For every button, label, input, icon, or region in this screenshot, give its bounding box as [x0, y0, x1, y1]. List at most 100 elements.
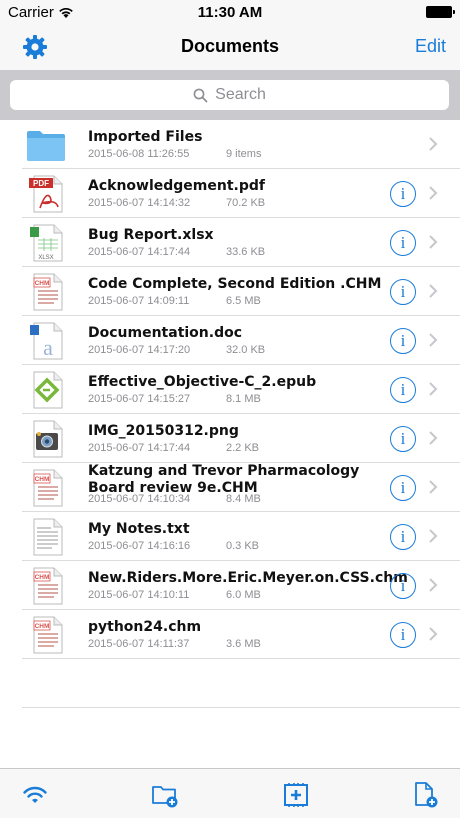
- search-placeholder: Search: [215, 86, 266, 103]
- chm-file-icon: CHM: [33, 567, 63, 605]
- file-name: Acknowledgement.pdf: [88, 178, 265, 194]
- chevron-right-icon: [429, 137, 438, 151]
- chevron-right-icon: [429, 235, 438, 249]
- xlsx-file-icon: XLSX: [30, 224, 63, 262]
- info-button[interactable]: i: [390, 279, 416, 305]
- chm-icon-label: CHM: [35, 623, 50, 630]
- list-item[interactable]: CHM New.Riders.More.Eric.Meyer.on.CSS.ch…: [22, 561, 460, 610]
- svg-text:a: a: [43, 335, 53, 360]
- list-item[interactable]: CHM Katzung and Trevor Pharmacology Boar…: [22, 463, 460, 512]
- info-button[interactable]: i: [390, 181, 416, 207]
- file-meta: 70.2 KB: [226, 197, 266, 209]
- navigation-bar: Documents Edit: [0, 24, 460, 70]
- info-button[interactable]: i: [390, 475, 416, 501]
- file-date: 2015-06-07 14:09:11: [88, 295, 190, 307]
- chevron-right-icon: [429, 186, 438, 200]
- file-date: 2015-06-07 14:17:44: [88, 246, 191, 258]
- file-name: Bug Report.xlsx: [88, 227, 214, 243]
- file-meta: 32.0 KB: [226, 344, 266, 356]
- file-meta: 0.3 KB: [226, 540, 260, 552]
- doc-file-icon: a: [30, 322, 63, 360]
- list-item[interactable]: Imported Files 2015-06-08 11:26:55 9 ite…: [22, 120, 460, 169]
- list-item[interactable]: IMG_20150312.png 2015-06-07 14:17:44 2.2…: [22, 414, 460, 463]
- edit-button[interactable]: Edit: [415, 36, 446, 57]
- info-button[interactable]: i: [390, 524, 416, 550]
- file-name: Katzung and Trevor Pharmacology Board re…: [88, 463, 360, 496]
- list-item[interactable]: Effective_Objective-C_2.epub 2015-06-07 …: [22, 365, 460, 414]
- list-item[interactable]: My Notes.txt 2015-06-07 14:16:16 0.3 KB …: [22, 512, 460, 561]
- wifi-icon[interactable]: [21, 781, 49, 809]
- chevron-right-icon: [429, 382, 438, 396]
- file-date: 2015-06-07 14:17:44: [88, 442, 191, 454]
- pdf-file-icon: PDF: [29, 175, 63, 213]
- file-meta: 8.1 MB: [226, 393, 261, 405]
- list-item[interactable]: CHM python24.chm 2015-06-07 14:11:37 3.6…: [22, 610, 460, 659]
- list-item[interactable]: PDF Acknowledgement.pdf 2015-06-07 14:14…: [22, 169, 460, 218]
- search-input[interactable]: Search: [10, 80, 449, 110]
- file-list: Imported Files 2015-06-08 11:26:55 9 ite…: [0, 120, 460, 757]
- file-name: IMG_20150312.png: [88, 423, 239, 439]
- file-meta: 9 items: [226, 148, 262, 160]
- file-name: Documentation.doc: [88, 325, 243, 341]
- file-date: 2015-06-07 14:15:27: [88, 393, 191, 405]
- file-date: 2015-06-07 14:17:20: [88, 344, 191, 356]
- chm-file-icon: CHM: [33, 616, 63, 654]
- chevron-right-icon: [429, 333, 438, 347]
- chm-icon-label: CHM: [35, 574, 50, 581]
- info-button[interactable]: i: [390, 328, 416, 354]
- empty-row: [22, 708, 460, 757]
- file-meta: 8.4 MB: [226, 493, 261, 505]
- info-button[interactable]: i: [390, 377, 416, 403]
- pdf-icon-label: PDF: [33, 179, 49, 188]
- status-time: 11:30 AM: [197, 4, 263, 21]
- file-meta: 2.2 KB: [226, 442, 260, 454]
- list-item[interactable]: CHM Code Complete, Second Edition .CHM 2…: [22, 267, 460, 316]
- status-bar: Carrier 11:30 AM: [0, 0, 460, 24]
- chm-file-icon: CHM: [33, 469, 63, 507]
- file-date: 2015-06-07 14:16:16: [88, 540, 191, 552]
- new-folder-icon[interactable]: [151, 781, 179, 809]
- file-name: Code Complete, Second Edition .CHM: [88, 276, 382, 292]
- folder-icon: [27, 131, 65, 161]
- chm-file-icon: CHM: [33, 273, 63, 311]
- add-photo-icon[interactable]: [282, 781, 310, 809]
- info-button[interactable]: i: [390, 426, 416, 452]
- txt-file-icon: [33, 518, 63, 556]
- image-file-icon: [33, 420, 63, 458]
- chevron-right-icon: [429, 627, 438, 641]
- file-meta: 33.6 KB: [226, 246, 266, 258]
- epub-file-icon: [33, 371, 63, 409]
- chevron-right-icon: [429, 480, 438, 494]
- info-button[interactable]: i: [390, 573, 416, 599]
- search-icon: [193, 88, 208, 102]
- file-name: My Notes.txt: [88, 521, 190, 537]
- search-bar: Search: [0, 70, 460, 120]
- list-item[interactable]: XLSX Bug Report.xlsx 2015-06-07 14:17:44…: [22, 218, 460, 267]
- file-name: Effective_Objective-C_2.epub: [88, 374, 317, 390]
- xlsx-icon-label: XLSX: [38, 255, 53, 261]
- info-button[interactable]: i: [390, 230, 416, 256]
- empty-row: [22, 659, 460, 708]
- file-meta: 6.5 MB: [226, 295, 261, 307]
- file-name: New.Riders.More.Eric.Meyer.on.CSS.chm: [88, 570, 408, 586]
- file-date: 2015-06-08 11:26:55: [88, 148, 190, 160]
- chm-icon-label: CHM: [35, 476, 50, 483]
- file-date: 2015-06-07 14:10:34: [88, 493, 191, 505]
- list-item[interactable]: a Documentation.doc 2015-06-07 14:17:20 …: [22, 316, 460, 365]
- chm-icon-label: CHM: [35, 280, 50, 287]
- bottom-toolbar: [0, 768, 460, 818]
- file-date: 2015-06-07 14:10:11: [88, 589, 190, 601]
- info-button[interactable]: i: [390, 622, 416, 648]
- new-file-icon[interactable]: [411, 781, 439, 809]
- file-meta: 3.6 MB: [226, 638, 261, 650]
- chevron-right-icon: [429, 431, 438, 445]
- chevron-right-icon: [429, 578, 438, 592]
- file-name: Imported Files: [88, 129, 203, 145]
- file-date: 2015-06-07 14:14:32: [88, 197, 191, 209]
- file-name: python24.chm: [88, 619, 202, 635]
- battery-icon: [426, 6, 455, 18]
- chevron-right-icon: [429, 529, 438, 543]
- page-title: Documents: [180, 36, 279, 56]
- file-date: 2015-06-07 14:11:37: [88, 638, 190, 650]
- file-meta: 6.0 MB: [226, 589, 261, 601]
